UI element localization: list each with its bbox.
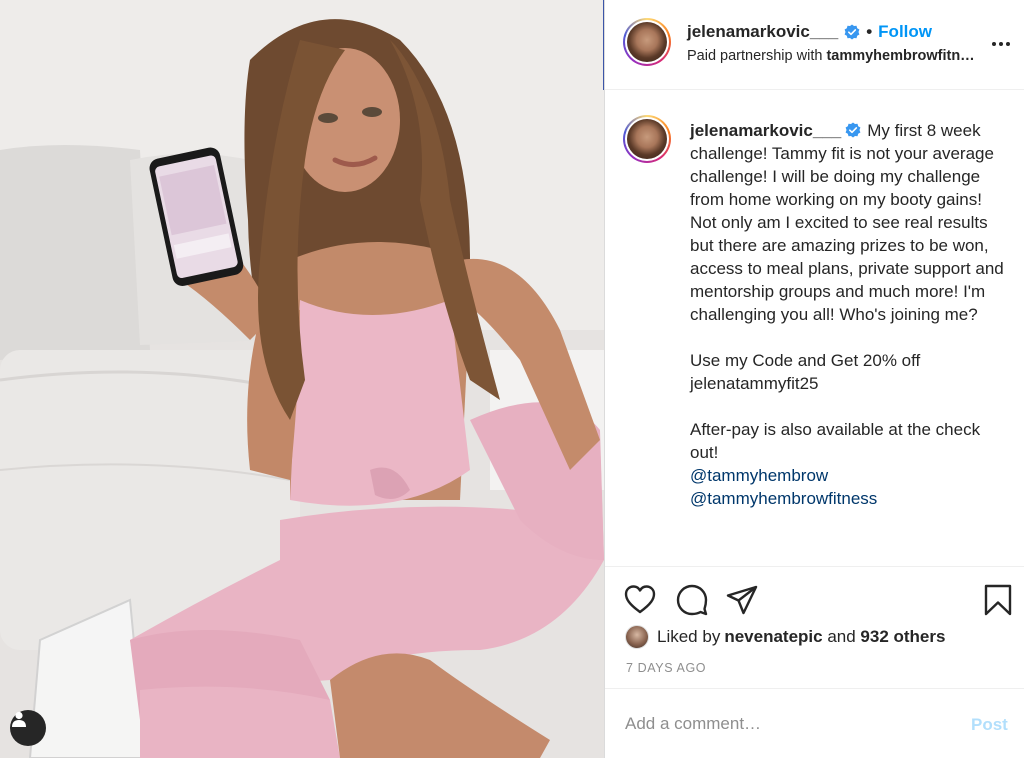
mention-link[interactable]: @tammyhembrow [690, 464, 1008, 487]
likes-summary: Liked by nevenatepic and 932 others [625, 625, 945, 649]
mention-link[interactable]: @tammyhembrowfitness [690, 487, 1008, 510]
author-line: jelenamarkovic___ • Follow [687, 22, 932, 42]
liked-prefix: Liked by [657, 627, 721, 646]
liked-middle: and [822, 627, 861, 646]
more-options-icon [992, 42, 1010, 46]
post-comment-button[interactable]: Post [971, 715, 1008, 735]
caption-area: jelenamarkovic___ My first 8 week challen… [605, 91, 1024, 565]
likes-count-link[interactable]: 932 others [860, 627, 945, 647]
liker-avatar[interactable] [625, 625, 649, 649]
share-button[interactable] [725, 583, 759, 617]
caption-author-avatar[interactable] [623, 115, 671, 163]
partner-link[interactable]: tammyhembrowfitn… [826, 48, 974, 64]
liker-username[interactable]: nevenatepic [724, 627, 822, 647]
author-avatar[interactable] [623, 18, 671, 66]
comment-bar: Post [605, 688, 1024, 758]
bookmark-icon [984, 584, 1012, 616]
post-side-panel: jelenamarkovic___ • Follow Paid partners… [604, 0, 1024, 758]
verified-badge-icon [845, 122, 861, 138]
caption-body: My first 8 week challenge! Tammy fit is … [690, 121, 1004, 462]
user-tag-icon [12, 711, 26, 727]
share-icon [726, 585, 758, 615]
caption-text: jelenamarkovic___ My first 8 week challen… [690, 119, 1008, 510]
author-username[interactable]: jelenamarkovic___ [687, 22, 838, 42]
post-photo[interactable] [0, 0, 604, 758]
save-button[interactable] [981, 583, 1015, 617]
caption-username[interactable]: jelenamarkovic___ [690, 121, 841, 140]
post-date[interactable]: 7 DAYS AGO [626, 661, 706, 675]
comment-button[interactable] [675, 583, 709, 617]
comment-input[interactable] [625, 711, 945, 737]
more-options-button[interactable] [989, 30, 1013, 54]
post-header: jelenamarkovic___ • Follow Paid partners… [605, 0, 1024, 90]
partnership-prefix: Paid partnership with [687, 48, 827, 64]
post-actions: Liked by nevenatepic and 932 others 7 DA… [605, 566, 1024, 706]
follow-button[interactable]: Follow [878, 22, 932, 42]
heart-icon [624, 585, 656, 614]
partnership-line: Paid partnership with tammyhembrowfitn… [687, 48, 1007, 64]
verified-badge-icon [844, 24, 860, 40]
user-tag-button[interactable] [10, 710, 46, 746]
like-button[interactable] [623, 583, 657, 617]
post-image [0, 0, 604, 758]
comment-icon [676, 584, 708, 616]
separator-dot: • [866, 22, 873, 41]
